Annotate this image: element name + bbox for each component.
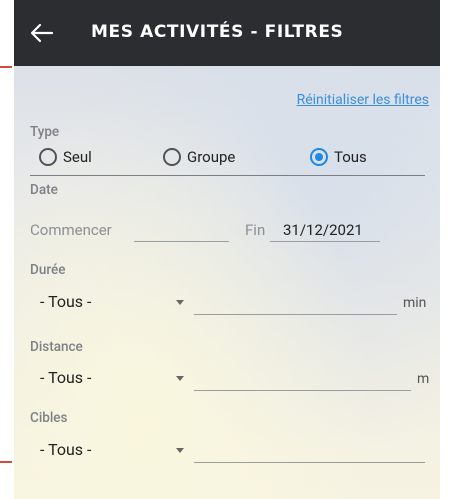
cibles-input[interactable] xyxy=(194,440,425,463)
app-bar: MES ACTIVITÉS - FILTRES xyxy=(14,0,440,66)
distance-select-value: - Tous - xyxy=(40,368,92,387)
end-date-field[interactable]: 31/12/2021 xyxy=(270,219,380,242)
screen: MES ACTIVITÉS - FILTRES Réinitialiser le… xyxy=(14,0,440,499)
page-title: MES ACTIVITÉS - FILTRES xyxy=(91,22,344,42)
type-label: Type xyxy=(30,124,60,140)
duree-unit: min xyxy=(403,295,427,311)
duree-label: Durée xyxy=(30,262,66,278)
edge-marker-bottom xyxy=(0,461,12,463)
duree-select-value: - Tous - xyxy=(40,292,92,311)
duree-select[interactable]: - Tous - xyxy=(30,292,190,314)
caret-down-icon xyxy=(176,376,184,381)
radio-seul[interactable]: Seul xyxy=(39,148,92,166)
caret-down-icon xyxy=(176,300,184,305)
radio-tous[interactable]: Tous xyxy=(310,148,367,166)
radio-groupe[interactable]: Groupe xyxy=(163,148,235,166)
date-label: Date xyxy=(30,182,58,198)
start-date-label: Commencer xyxy=(30,221,112,239)
type-underline xyxy=(30,175,425,176)
radio-label-seul: Seul xyxy=(63,148,92,166)
distance-unit: m xyxy=(417,371,430,387)
radio-circle-selected xyxy=(310,148,328,166)
radio-label-tous: Tous xyxy=(334,148,367,166)
distance-select[interactable]: - Tous - xyxy=(30,368,190,390)
radio-circle xyxy=(39,148,57,166)
end-date-value: 31/12/2021 xyxy=(283,221,363,239)
reset-filters-link[interactable]: Réinitialiser les filtres xyxy=(297,92,429,108)
distance-label: Distance xyxy=(30,339,83,355)
distance-input[interactable] xyxy=(194,368,411,391)
duree-input[interactable] xyxy=(194,292,397,315)
edge-marker-top xyxy=(0,66,12,68)
arrow-left-icon[interactable] xyxy=(30,22,54,44)
cibles-select-value: - Tous - xyxy=(40,440,92,459)
radio-label-groupe: Groupe xyxy=(187,148,236,166)
start-date-field[interactable] xyxy=(134,219,229,242)
end-date-label: Fin xyxy=(245,221,266,239)
radio-circle xyxy=(163,148,181,166)
cibles-select[interactable]: - Tous - xyxy=(30,440,190,462)
cibles-label: Cibles xyxy=(30,410,68,426)
caret-down-icon xyxy=(176,448,184,453)
